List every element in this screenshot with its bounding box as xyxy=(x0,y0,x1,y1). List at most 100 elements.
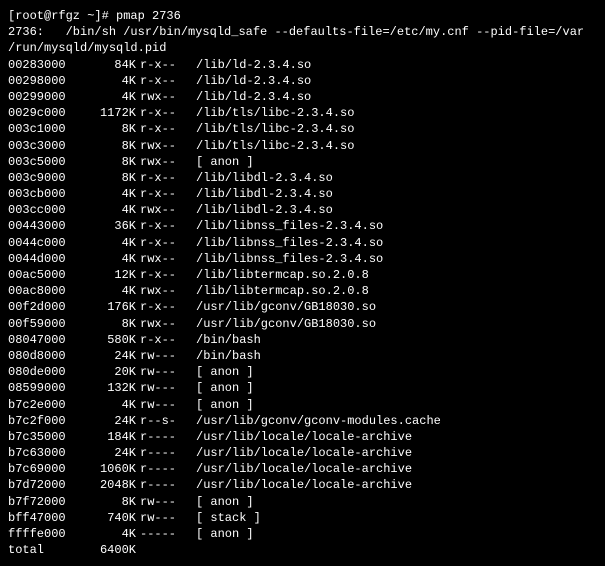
address: 00298000 xyxy=(8,73,80,89)
pmap-row: b7c35000184Kr----/usr/lib/locale/locale-… xyxy=(8,429,597,445)
permissions: rw--- xyxy=(140,510,196,526)
path: /lib/libnss_files-2.3.4.so xyxy=(196,218,383,234)
pmap-header-line1: 2736: /bin/sh /usr/bin/mysqld_safe --def… xyxy=(8,24,597,40)
path: /lib/ld-2.3.4.so xyxy=(196,89,311,105)
pmap-row: b7c2f00024Kr--s-/usr/lib/gconv/gconv-mod… xyxy=(8,413,597,429)
permissions: r-x-- xyxy=(140,235,196,251)
path: [ stack ] xyxy=(196,510,261,526)
size: 24K xyxy=(80,413,140,429)
pmap-rows: 0028300084Kr-x--/lib/ld-2.3.4.so00298000… xyxy=(8,57,597,543)
pmap-row: 080d800024Krw---/bin/bash xyxy=(8,348,597,364)
permissions: rw--- xyxy=(140,348,196,364)
size: 4K xyxy=(80,235,140,251)
address: bff47000 xyxy=(8,510,80,526)
permissions: rw--- xyxy=(140,364,196,380)
permissions: rw--- xyxy=(140,380,196,396)
permissions: r-x-- xyxy=(140,218,196,234)
pmap-row: ffffe0004K----- [ anon ] xyxy=(8,526,597,542)
address: 00f59000 xyxy=(8,316,80,332)
permissions: rw--- xyxy=(140,494,196,510)
pmap-row: b7c2e0004Krw--- [ anon ] xyxy=(8,397,597,413)
permissions: r-x-- xyxy=(140,121,196,137)
path: [ anon ] xyxy=(196,526,254,542)
pmap-row: 080de00020Krw--- [ anon ] xyxy=(8,364,597,380)
path: /usr/lib/gconv/gconv-modules.cache xyxy=(196,413,441,429)
pmap-row: b7c690001060Kr----/usr/lib/locale/locale… xyxy=(8,461,597,477)
path: /lib/tls/libc-2.3.4.so xyxy=(196,121,354,137)
permissions: rwx-- xyxy=(140,316,196,332)
size: 8K xyxy=(80,170,140,186)
path: /bin/bash xyxy=(196,348,261,364)
permissions: rwx-- xyxy=(140,138,196,154)
size: 4K xyxy=(80,89,140,105)
path: [ anon ] xyxy=(196,364,254,380)
address: b7c35000 xyxy=(8,429,80,445)
address: b7c63000 xyxy=(8,445,80,461)
address: b7c2e000 xyxy=(8,397,80,413)
size: 176K xyxy=(80,299,140,315)
path: /lib/libdl-2.3.4.so xyxy=(196,170,333,186)
address: 080d8000 xyxy=(8,348,80,364)
path: /usr/lib/gconv/GB18030.so xyxy=(196,316,376,332)
pmap-row: 0029c0001172Kr-x--/lib/tls/libc-2.3.4.so xyxy=(8,105,597,121)
pmap-row: 002980004Kr-x--/lib/ld-2.3.4.so xyxy=(8,73,597,89)
pmap-row: 08599000132Krw--- [ anon ] xyxy=(8,380,597,396)
size: 2048K xyxy=(80,477,140,493)
permissions: r---- xyxy=(140,477,196,493)
pmap-row: 003c10008Kr-x--/lib/tls/libc-2.3.4.so xyxy=(8,121,597,137)
path: /usr/lib/locale/locale-archive xyxy=(196,445,412,461)
pmap-row: 00ac500012Kr-x--/lib/libtermcap.so.2.0.8 xyxy=(8,267,597,283)
address: 08599000 xyxy=(8,380,80,396)
path: [ anon ] xyxy=(196,397,254,413)
pmap-header-line2: /run/mysqld/mysqld.pid xyxy=(8,40,597,56)
size: 8K xyxy=(80,138,140,154)
total-label: total xyxy=(8,542,80,558)
address: 0029c000 xyxy=(8,105,80,121)
permissions: r-x-- xyxy=(140,267,196,283)
path: /lib/libnss_files-2.3.4.so xyxy=(196,251,383,267)
address: 00443000 xyxy=(8,218,80,234)
path: [ anon ] xyxy=(196,154,254,170)
pmap-row: 0028300084Kr-x--/lib/ld-2.3.4.so xyxy=(8,57,597,73)
size: 1060K xyxy=(80,461,140,477)
pmap-row: b7f720008Krw--- [ anon ] xyxy=(8,494,597,510)
permissions: r--s- xyxy=(140,413,196,429)
address: 08047000 xyxy=(8,332,80,348)
pmap-total-row: total 6400K xyxy=(8,542,597,558)
address: 080de000 xyxy=(8,364,80,380)
path: /lib/ld-2.3.4.so xyxy=(196,73,311,89)
path: /usr/lib/locale/locale-archive xyxy=(196,429,412,445)
address: 003c3000 xyxy=(8,138,80,154)
size: 8K xyxy=(80,154,140,170)
pmap-row: 003cc0004Krwx--/lib/libdl-2.3.4.so xyxy=(8,202,597,218)
pmap-row: 002990004Krwx--/lib/ld-2.3.4.so xyxy=(8,89,597,105)
shell-prompt[interactable]: [root@rfgz ~]# pmap 2736 xyxy=(8,8,597,24)
address: 003c9000 xyxy=(8,170,80,186)
permissions: rwx-- xyxy=(140,154,196,170)
path: /usr/lib/gconv/GB18030.so xyxy=(196,299,376,315)
size: 740K xyxy=(80,510,140,526)
size: 12K xyxy=(80,267,140,283)
permissions: r-x-- xyxy=(140,186,196,202)
size: 132K xyxy=(80,380,140,396)
address: b7d72000 xyxy=(8,477,80,493)
address: 003cc000 xyxy=(8,202,80,218)
pmap-row: 00f590008Krwx--/usr/lib/gconv/GB18030.so xyxy=(8,316,597,332)
pmap-row: 0044300036Kr-x--/lib/libnss_files-2.3.4.… xyxy=(8,218,597,234)
address: 00ac5000 xyxy=(8,267,80,283)
pmap-row: 00ac80004Krwx--/lib/libtermcap.so.2.0.8 xyxy=(8,283,597,299)
path: /lib/ld-2.3.4.so xyxy=(196,57,311,73)
permissions: r-x-- xyxy=(140,299,196,315)
size: 8K xyxy=(80,121,140,137)
pmap-row: 003cb0004Kr-x--/lib/libdl-2.3.4.so xyxy=(8,186,597,202)
size: 4K xyxy=(80,283,140,299)
size: 24K xyxy=(80,445,140,461)
size: 4K xyxy=(80,73,140,89)
permissions: r-x-- xyxy=(140,57,196,73)
permissions: r-x-- xyxy=(140,105,196,121)
size: 4K xyxy=(80,202,140,218)
address: b7c69000 xyxy=(8,461,80,477)
path: /lib/libdl-2.3.4.so xyxy=(196,186,333,202)
path: /usr/lib/locale/locale-archive xyxy=(196,461,412,477)
size: 84K xyxy=(80,57,140,73)
